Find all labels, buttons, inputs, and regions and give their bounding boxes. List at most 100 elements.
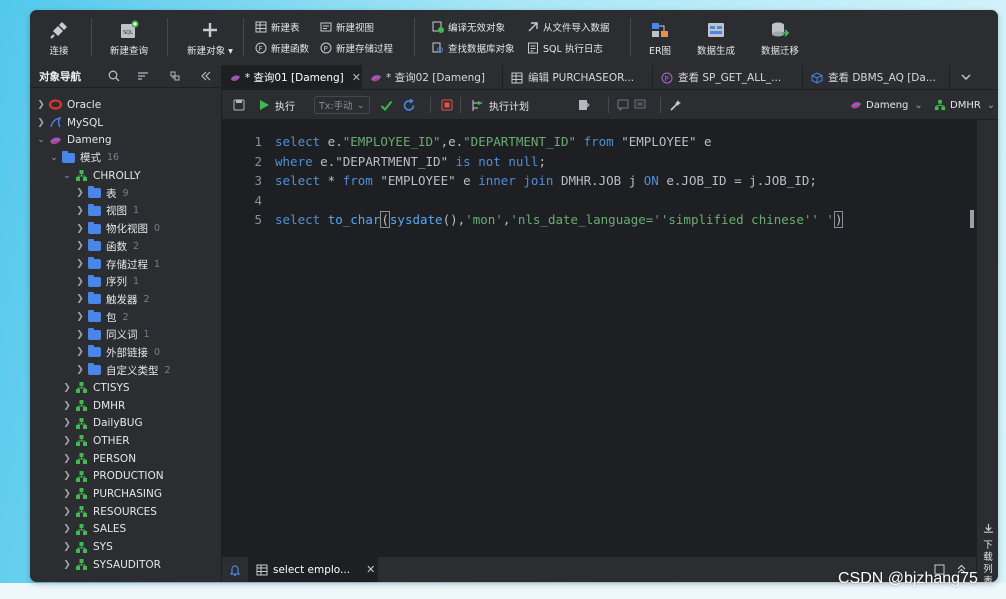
- tree-node-label: 外部链接: [106, 346, 148, 359]
- tree-node-dameng[interactable]: ⌄ Dameng: [30, 131, 221, 149]
- schema-select[interactable]: DMHR ⌄: [934, 97, 995, 113]
- chevron-right-icon[interactable]: ❯: [75, 330, 85, 340]
- new-function-button[interactable]: F 新建函数: [255, 40, 309, 56]
- tree-node-schema[interactable]: ❯ SALES: [30, 521, 221, 539]
- tree-node-folder[interactable]: ❯ 序列 1: [30, 273, 221, 291]
- run-button[interactable]: 执行: [258, 97, 295, 113]
- tab-query02[interactable]: * 查询02 [Dameng]: [362, 65, 503, 90]
- chevron-right-icon[interactable]: ❯: [62, 507, 72, 517]
- chevron-right-icon[interactable]: ❯: [62, 542, 72, 552]
- format-sql-icon[interactable]: [660, 97, 682, 113]
- chevron-right-icon[interactable]: ❯: [75, 365, 85, 375]
- tree-node-schema[interactable]: ❯ OTHER: [30, 432, 221, 450]
- tree-node-folder[interactable]: ❯ 函数 2: [30, 238, 221, 256]
- new-table-button[interactable]: 新建表: [255, 19, 300, 35]
- tree-node-folder[interactable]: ❯ 包 2: [30, 308, 221, 326]
- result-tab[interactable]: select emplo... ✕: [248, 557, 378, 582]
- sql-log-button[interactable]: SQL 执行日志: [527, 40, 603, 56]
- commit-icon[interactable]: [380, 97, 393, 113]
- new-view-button[interactable]: 新建视图: [320, 19, 374, 35]
- close-icon[interactable]: ✕: [366, 563, 375, 576]
- export-icon[interactable]: [578, 97, 590, 113]
- tab-view-sp-get-all[interactable]: P 查看 SP_GET_ALL_...: [653, 65, 803, 90]
- chevron-right-icon[interactable]: ❯: [75, 259, 85, 269]
- chevron-right-icon[interactable]: ❯: [75, 277, 85, 287]
- chevron-right-icon[interactable]: ❯: [62, 489, 72, 499]
- chevron-right-icon[interactable]: ❯: [62, 418, 72, 428]
- new-procedure-button[interactable]: P 新建存储过程: [320, 40, 393, 56]
- tree-node-folder[interactable]: ❯ 存储过程 1: [30, 255, 221, 273]
- tree-node-schema[interactable]: ❯ SYSAUDITOR: [30, 556, 221, 574]
- tree-node-mysql[interactable]: ❯ MySQL: [30, 114, 221, 132]
- collapse-panel-icon[interactable]: [200, 70, 212, 85]
- chevron-right-icon[interactable]: ❯: [75, 347, 85, 357]
- chevron-right-icon[interactable]: ❯: [75, 294, 85, 304]
- close-icon[interactable]: ✕: [352, 71, 361, 84]
- chevron-right-icon[interactable]: ❯: [62, 383, 72, 393]
- data-migrate-button[interactable]: 数据迁移: [758, 14, 802, 62]
- tree-node-folder[interactable]: ❯ 同义词 1: [30, 326, 221, 344]
- uncomment-icon[interactable]: [634, 97, 646, 113]
- chevron-right-icon[interactable]: ❯: [75, 241, 85, 251]
- search-icon[interactable]: [108, 70, 120, 85]
- tree-node-folder[interactable]: ❯ 表 9: [30, 184, 221, 202]
- tab-query01[interactable]: * 查询01 [Dameng] ✕: [222, 65, 362, 90]
- new-object-button[interactable]: 新建对象 ▾: [184, 14, 236, 62]
- comment-icon[interactable]: [608, 97, 629, 113]
- tree-node-oracle[interactable]: ❯ Oracle: [30, 96, 221, 114]
- chevron-right-icon[interactable]: ❯: [62, 401, 72, 411]
- tree-node-folder[interactable]: ❯ 自定义类型 2: [30, 361, 221, 379]
- chevron-right-icon[interactable]: ❯: [62, 524, 72, 534]
- bell-icon[interactable]: [229, 564, 241, 580]
- chevron-down-icon: ⌄: [986, 99, 996, 111]
- chevron-right-icon[interactable]: ❯: [36, 100, 46, 110]
- chevron-right-icon[interactable]: ❯: [62, 436, 72, 446]
- chevron-right-icon[interactable]: ❯: [62, 471, 72, 481]
- chevron-right-icon[interactable]: ❯: [75, 224, 85, 234]
- tree-node-schema[interactable]: ❯ DailyBUG: [30, 414, 221, 432]
- connect-button[interactable]: 连接: [42, 14, 76, 62]
- find-db-object-button[interactable]: 查找数据库对象: [432, 40, 515, 56]
- tree-node-folder[interactable]: ❯ 外部链接 0: [30, 344, 221, 362]
- connection-select[interactable]: Dameng ⌄: [850, 97, 923, 113]
- chevron-down-icon[interactable]: ⌄: [36, 135, 46, 145]
- chevron-down-icon[interactable]: ⌄: [62, 171, 72, 181]
- tree-node-schema[interactable]: ❯ PERSON: [30, 450, 221, 468]
- data-generate-button[interactable]: 数据生成: [694, 14, 738, 62]
- tree-node-schema[interactable]: ❯ PURCHASING: [30, 485, 221, 503]
- new-query-button[interactable]: SQL 新建查询: [106, 14, 152, 62]
- tx-mode-select[interactable]: Tx:手动 ⌄: [314, 96, 370, 114]
- chevron-right-icon[interactable]: ❯: [36, 118, 46, 128]
- tab-overflow-chevron-down-icon[interactable]: [960, 71, 972, 86]
- tree-node-schema-chrolly[interactable]: ⌄ CHROLLY: [30, 167, 221, 185]
- er-diagram-button[interactable]: ER图: [644, 14, 676, 62]
- locate-icon[interactable]: [169, 70, 181, 85]
- chevron-right-icon[interactable]: ❯: [75, 206, 85, 216]
- sql-editor[interactable]: 1 2 3 4 5 select e."EMPLOYEE_ID",e."DEPA…: [222, 120, 998, 556]
- tree-node-schema[interactable]: ❯ CTISYS: [30, 379, 221, 397]
- tree-node-schema[interactable]: ❯ RESOURCES: [30, 503, 221, 521]
- chevron-right-icon[interactable]: ❯: [62, 560, 72, 570]
- tab-edit-purchaseorder[interactable]: 编辑 PURCHASEOR...: [503, 65, 653, 90]
- filter-icon[interactable]: [137, 70, 149, 85]
- tree-node-schema[interactable]: ❯ SYS: [30, 538, 221, 556]
- chevron-right-icon[interactable]: ❯: [75, 188, 85, 198]
- tree-node-schemas[interactable]: ⌄ 模式 16: [30, 149, 221, 167]
- stop-icon[interactable]: [430, 97, 459, 113]
- tree-node-schema[interactable]: ❯ DMHR: [30, 397, 221, 415]
- import-from-file-button[interactable]: 从文件导入数据: [527, 19, 610, 35]
- tab-view-dbms-aq[interactable]: 查看 DBMS_AQ [Da...: [803, 65, 950, 90]
- chevron-right-icon[interactable]: ❯: [62, 454, 72, 464]
- download-list-button[interactable]: 下载列表: [981, 523, 995, 582]
- tree-node-folder[interactable]: ❯ 物化视图 0: [30, 220, 221, 238]
- tree-node-folder[interactable]: ❯ 触发器 2: [30, 291, 221, 309]
- chevron-down-icon[interactable]: ⌄: [49, 153, 59, 163]
- save-icon[interactable]: [233, 97, 245, 113]
- rollback-icon[interactable]: [403, 97, 416, 113]
- tree-node-schema[interactable]: ❯ PRODUCTION: [30, 467, 221, 485]
- explain-plan-button[interactable]: 执行计划: [460, 97, 529, 113]
- tree-node-folder[interactable]: ❯ 视图 1: [30, 202, 221, 220]
- package-icon: [811, 71, 823, 84]
- compile-invalid-button[interactable]: 编译无效对象: [432, 19, 505, 35]
- chevron-right-icon[interactable]: ❯: [75, 312, 85, 322]
